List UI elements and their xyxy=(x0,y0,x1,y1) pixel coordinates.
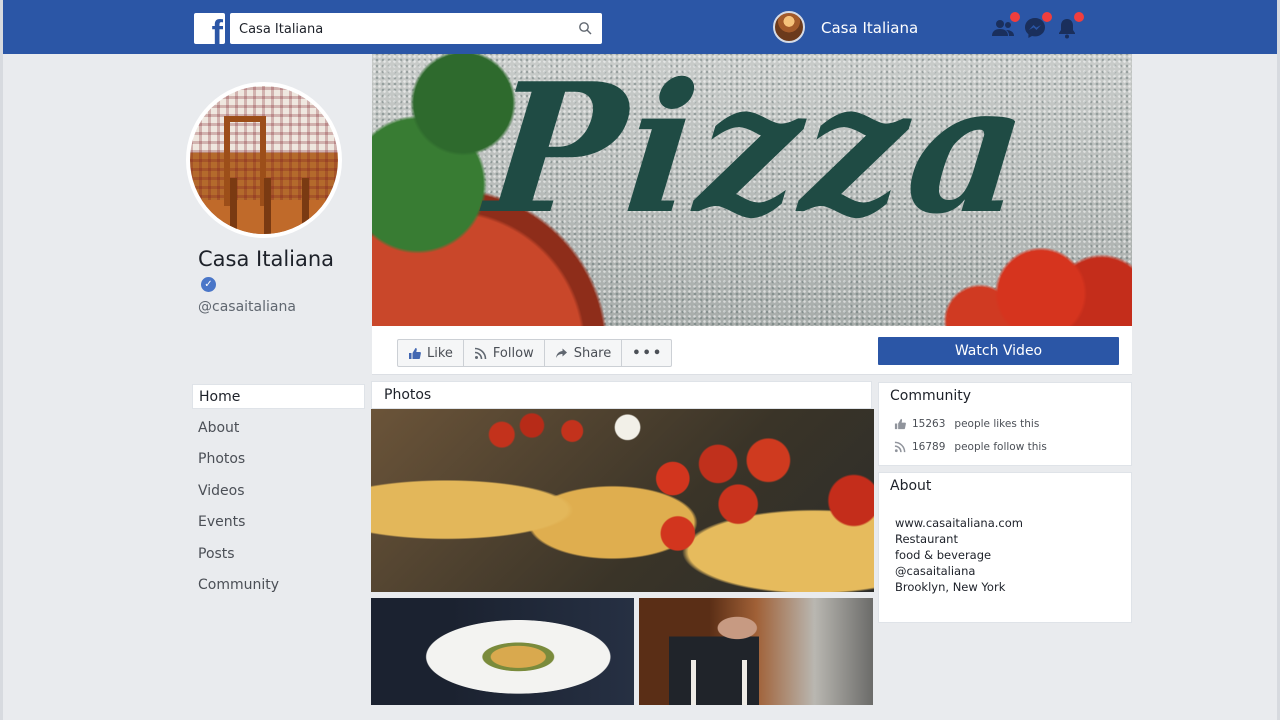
follow-stat: 16789 people follow this xyxy=(894,441,1047,453)
nav-item-videos[interactable]: Videos xyxy=(192,479,365,504)
nav-item-about[interactable]: About xyxy=(192,416,365,441)
page-handle: @casaitaliana xyxy=(198,299,296,315)
avatar-chair-leg xyxy=(264,178,271,234)
thumbs-up-icon xyxy=(409,347,421,359)
photos-section-header: Photos xyxy=(371,381,872,409)
page-action-buttons: Like Follow Share ••• xyxy=(397,339,672,367)
messenger-notification-badge xyxy=(1042,12,1052,22)
rss-follow-icon xyxy=(474,347,487,359)
photo-chef[interactable] xyxy=(639,598,873,705)
chef-apron xyxy=(691,660,747,705)
notification-badge xyxy=(1074,12,1084,22)
friends-icon[interactable] xyxy=(991,12,1020,40)
about-category: Restaurant xyxy=(895,532,958,546)
messenger-icon[interactable] xyxy=(1023,12,1052,40)
share-label: Share xyxy=(573,345,612,361)
community-card: Community 15263 people likes this 16789 … xyxy=(878,382,1132,466)
watch-video-button[interactable]: Watch Video xyxy=(878,337,1119,365)
page-action-bar: Like Follow Share ••• Watch Video xyxy=(372,326,1132,375)
page-name: Casa Italiana ✓ xyxy=(198,248,338,294)
about-card: About www.casaitaliana.com Restaurant fo… xyxy=(878,472,1132,623)
friends-notification-badge xyxy=(1010,12,1020,22)
search-input[interactable] xyxy=(239,19,559,39)
rss-follow-icon xyxy=(894,441,906,453)
thumbs-up-icon xyxy=(894,418,906,430)
search-bar[interactable] xyxy=(230,13,602,44)
follow-count: 16789 xyxy=(912,441,946,453)
like-label: Like xyxy=(427,345,453,361)
about-location: Brooklyn, New York xyxy=(895,580,1006,594)
left-edge xyxy=(0,0,3,720)
about-website-link[interactable]: www.casaitaliana.com xyxy=(895,515,1023,531)
more-options-button[interactable]: ••• xyxy=(622,340,673,366)
about-subcategory: food & beverage xyxy=(895,548,992,562)
page-profile-picture[interactable] xyxy=(186,82,342,238)
nav-item-posts[interactable]: Posts xyxy=(192,542,365,567)
bell-icon[interactable] xyxy=(1055,12,1084,40)
about-title: About xyxy=(890,478,932,494)
about-details: www.casaitaliana.com Restaurant food & b… xyxy=(895,515,1023,595)
cover-pizza-lettering: Pizza xyxy=(479,54,1041,253)
facebook-logo-icon[interactable]: f xyxy=(194,13,225,44)
follow-button[interactable]: Follow xyxy=(464,340,545,366)
likes-text: people likes this xyxy=(954,418,1040,430)
nav-item-community[interactable]: Community xyxy=(192,573,365,598)
avatar-table-leg xyxy=(302,178,309,234)
nav-item-photos[interactable]: Photos xyxy=(192,447,365,472)
share-button[interactable]: Share xyxy=(545,340,623,366)
avatar-chair-leg xyxy=(230,178,237,234)
like-button[interactable]: Like xyxy=(398,340,464,366)
likes-count: 15263 xyxy=(912,418,946,430)
page-navigation: Home About Photos Videos Events Posts Co… xyxy=(192,384,365,605)
verified-badge-icon: ✓ xyxy=(201,277,216,292)
follow-label: Follow xyxy=(492,345,534,361)
photo-pasta-tomatoes[interactable] xyxy=(371,409,874,592)
nav-item-events[interactable]: Events xyxy=(192,510,365,535)
nav-item-home[interactable]: Home xyxy=(192,384,365,409)
follow-text: people follow this xyxy=(954,441,1047,453)
about-handle: @casaitaliana xyxy=(895,564,976,578)
top-navigation-bar: f Casa Italiana xyxy=(3,0,1277,54)
profile-avatar[interactable] xyxy=(773,11,805,43)
page-name-text: Casa Italiana xyxy=(198,247,335,271)
community-title: Community xyxy=(890,388,972,404)
likes-stat: 15263 people likes this xyxy=(894,418,1039,430)
more-dots-icon: ••• xyxy=(632,345,664,361)
photos-title[interactable]: Photos xyxy=(384,387,431,403)
photo-spaghetti-plate[interactable] xyxy=(371,598,634,705)
search-icon[interactable] xyxy=(578,21,592,35)
share-arrow-icon xyxy=(555,348,567,358)
cover-photo[interactable]: Pizza xyxy=(372,54,1132,326)
profile-name[interactable]: Casa Italiana xyxy=(821,19,918,37)
